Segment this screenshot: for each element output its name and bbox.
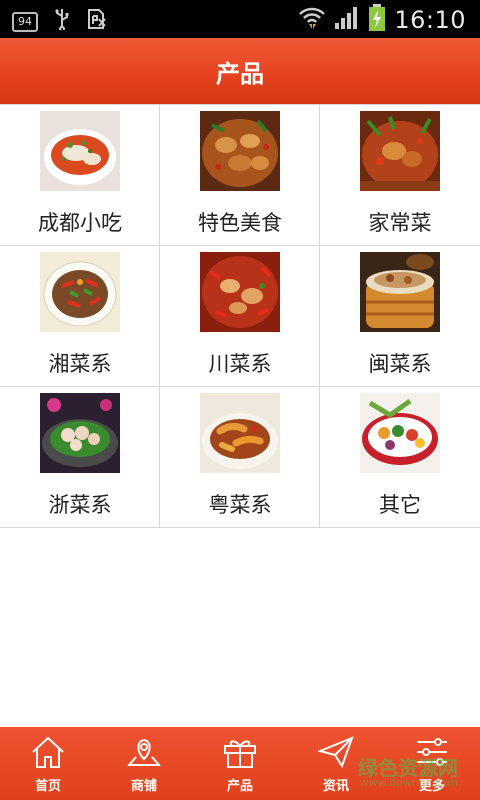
- category-cell-chengdu-snacks[interactable]: 成都小吃: [0, 105, 160, 245]
- category-cell-sichuan[interactable]: 川菜系: [160, 246, 320, 386]
- grid-row: 成都小吃 特色美食 家常菜: [0, 105, 480, 246]
- sliders-icon: [417, 738, 447, 766]
- category-label: 湘菜系: [48, 352, 112, 376]
- nav-label: 产品: [226, 779, 253, 794]
- nav-label: 首页: [34, 779, 61, 794]
- home-icon: [32, 736, 64, 768]
- category-label: 成都小吃: [38, 211, 122, 235]
- usb-icon: [54, 8, 70, 35]
- nav-shops[interactable]: 商铺: [96, 727, 192, 800]
- status-bar: 94 16:10: [0, 0, 480, 38]
- category-cell-fujian[interactable]: 闽菜系: [320, 246, 480, 386]
- gift-icon: [224, 740, 256, 768]
- wifi-icon: [298, 5, 326, 35]
- nav-label: 更多: [418, 779, 445, 794]
- nav-label: 资讯: [322, 779, 349, 794]
- specialty-photo: [200, 111, 280, 191]
- grid-row: 湘菜系 川菜系 闽菜系: [0, 246, 480, 387]
- category-grid: 成都小吃 特色美食 家常菜 湘菜系 川菜系 闽菜系 浙菜系 粤菜系 其它: [0, 104, 480, 528]
- sim-card-icon: [86, 8, 108, 35]
- nav-more[interactable]: 更多: [384, 727, 480, 800]
- clock: 16:10: [394, 6, 466, 34]
- notification-badge: 94: [12, 11, 38, 32]
- category-cell-home-cooking[interactable]: 家常菜: [320, 105, 480, 245]
- bottom-nav: 首页 商铺 产品 资讯 更多: [0, 727, 480, 800]
- category-label: 浙菜系: [48, 493, 112, 517]
- zhejiang-photo: [40, 393, 120, 473]
- hunan-photo: [40, 252, 120, 332]
- sichuan-photo: [200, 252, 280, 332]
- fujian-photo: [360, 252, 440, 332]
- other-photo: [360, 393, 440, 473]
- nav-products[interactable]: 产品: [192, 727, 288, 800]
- grid-row: 浙菜系 粤菜系 其它: [0, 387, 480, 528]
- title-bar: 产品: [0, 38, 480, 104]
- category-cell-hunan[interactable]: 湘菜系: [0, 246, 160, 386]
- category-cell-specialty[interactable]: 特色美食: [160, 105, 320, 245]
- category-label: 家常菜: [368, 211, 432, 235]
- signal-icon: [334, 6, 360, 34]
- page-title: 产品: [216, 59, 264, 88]
- cantonese-photo: [200, 393, 280, 473]
- home-cooking-photo: [360, 111, 440, 191]
- category-cell-cantonese[interactable]: 粤菜系: [160, 387, 320, 527]
- nav-home[interactable]: 首页: [0, 727, 96, 800]
- category-label: 闽菜系: [368, 352, 432, 376]
- battery-icon: [368, 4, 386, 36]
- category-label: 特色美食: [198, 211, 282, 235]
- nav-news[interactable]: 资讯: [288, 727, 384, 800]
- map-pin-icon: [126, 738, 162, 766]
- paper-plane-icon: [318, 736, 354, 769]
- category-cell-other[interactable]: 其它: [320, 387, 480, 527]
- category-label: 粤菜系: [208, 493, 272, 517]
- category-label: 其它: [379, 493, 421, 517]
- category-label: 川菜系: [208, 352, 272, 376]
- category-cell-zhejiang[interactable]: 浙菜系: [0, 387, 160, 527]
- chengdu-snacks-photo: [40, 111, 120, 191]
- nav-label: 商铺: [130, 779, 157, 794]
